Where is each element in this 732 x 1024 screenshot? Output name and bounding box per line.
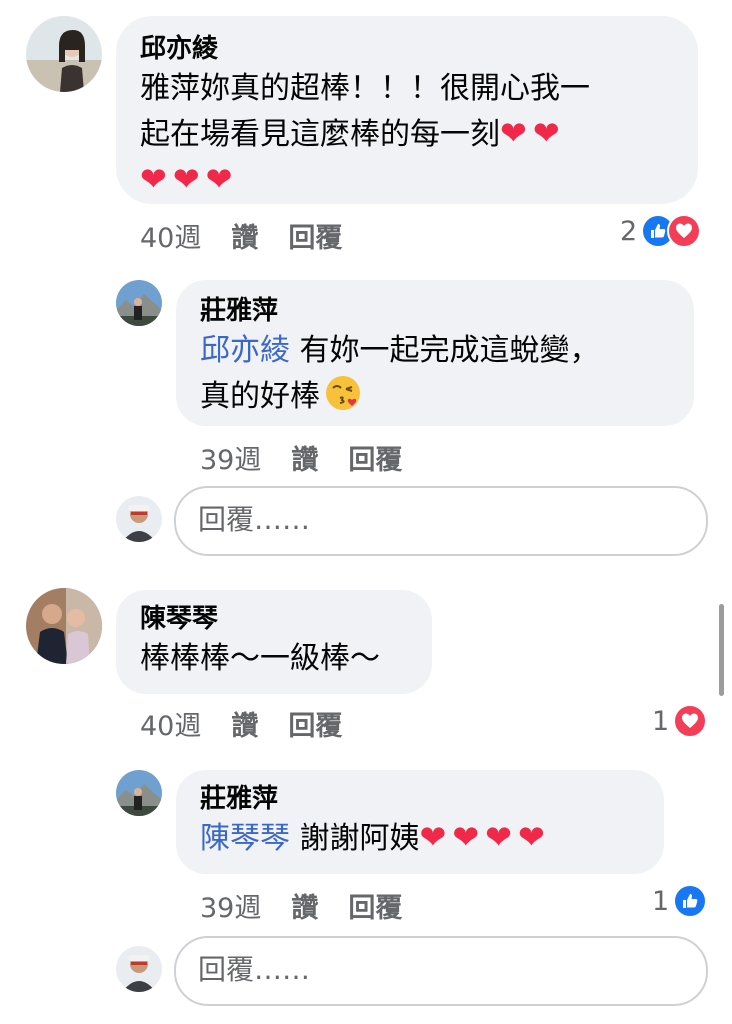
mention-link[interactable]: 陳琴琴	[200, 821, 290, 856]
comment-text: 棒棒棒～一級棒～	[140, 641, 380, 676]
current-user-avatar	[116, 946, 162, 992]
reply-bubble: 莊雅萍 陳琴琴 謝謝阿姨❤ ❤ ❤ ❤	[176, 770, 664, 874]
kiss-emoji-icon	[324, 374, 362, 426]
like-action[interactable]: 讚	[231, 711, 258, 742]
comment-author[interactable]: 陳琴琴	[140, 602, 432, 636]
heart-emoji: ❤	[500, 114, 527, 152]
timestamp[interactable]: 39週	[200, 445, 261, 476]
heart-emoji: ❤	[532, 114, 560, 152]
comment-meta: 40週讚回覆	[140, 216, 342, 255]
love-icon	[673, 704, 708, 738]
avatar-zhuang[interactable]	[116, 280, 162, 326]
reply-text-line-1: 邱亦綾 有妳一起完成這蛻變，	[200, 328, 694, 374]
comment-text-line-1: 雅萍妳真的超棒！！！很開心我一	[140, 71, 590, 106]
avatar-qiu[interactable]	[26, 16, 102, 92]
reply-text-line-1: 陳琴琴 謝謝阿姨❤ ❤ ❤ ❤	[200, 816, 664, 862]
avatar-chen[interactable]	[26, 588, 102, 664]
reply-author[interactable]: 莊雅萍	[200, 294, 694, 328]
love-icon	[667, 214, 702, 248]
reply-action[interactable]: 回覆	[288, 223, 342, 254]
comment-text-line-2: 起在場看見這麼棒的每一刻❤ ❤	[140, 112, 698, 158]
like-action[interactable]: 讚	[291, 893, 318, 924]
reply-input[interactable]: 回覆……	[174, 936, 708, 1006]
heart-emoji: ❤	[485, 818, 512, 856]
avatar-zhuang[interactable]	[116, 770, 162, 816]
timestamp[interactable]: 40週	[140, 223, 201, 254]
comment-author[interactable]: 邱亦綾	[140, 32, 698, 66]
reply-input[interactable]: 回覆……	[174, 486, 708, 556]
reply-text-line-2: 真的好棒	[200, 374, 694, 426]
like-action[interactable]: 讚	[291, 445, 318, 476]
reply-text: 有妳一起完成這蛻變，	[290, 333, 600, 368]
mention-link[interactable]: 邱亦綾	[200, 333, 290, 368]
reaction-summary[interactable]: 1	[652, 884, 708, 918]
reply-text: 謝謝阿姨	[290, 821, 420, 856]
heart-emoji: ❤	[517, 818, 545, 856]
comment-meta: 40週讚回覆	[140, 704, 342, 743]
like-action[interactable]: 讚	[231, 223, 258, 254]
reaction-summary[interactable]: 2	[620, 214, 702, 248]
timestamp[interactable]: 39週	[200, 893, 261, 924]
reply-text: 真的好棒	[200, 379, 320, 414]
reply-meta: 39週讚回覆	[200, 886, 402, 925]
reaction-count: 1	[652, 705, 670, 737]
comment-bubble: 邱亦綾 雅萍妳真的超棒！！！很開心我一 起在場看見這麼棒的每一刻❤ ❤ ❤ ❤ ❤	[116, 16, 698, 204]
reply-action[interactable]: 回覆	[348, 893, 402, 924]
comment-text-line-3: ❤ ❤ ❤	[140, 158, 698, 204]
heart-emoji: ❤	[140, 160, 167, 198]
comment-bubble: 陳琴琴 棒棒棒～一級棒～	[116, 590, 432, 694]
heart-emoji: ❤	[205, 160, 233, 198]
reply-action[interactable]: 回覆	[288, 711, 342, 742]
reply-meta: 39週讚回覆	[200, 438, 402, 477]
scrollbar[interactable]	[719, 604, 724, 696]
current-user-avatar	[116, 496, 162, 542]
heart-emoji: ❤	[452, 818, 480, 856]
reply-bubble: 莊雅萍 邱亦綾 有妳一起完成這蛻變， 真的好棒	[176, 280, 694, 426]
heart-emoji: ❤	[172, 160, 200, 198]
like-icon	[673, 884, 708, 918]
comment-text: 起在場看見這麼棒的每一刻	[140, 117, 500, 152]
reaction-summary[interactable]: 1	[652, 704, 708, 738]
reply-action[interactable]: 回覆	[348, 445, 402, 476]
reaction-count: 1	[652, 885, 670, 917]
reaction-count: 2	[620, 215, 638, 247]
reply-author[interactable]: 莊雅萍	[200, 782, 664, 816]
timestamp[interactable]: 40週	[140, 711, 201, 742]
heart-emoji: ❤	[419, 818, 447, 856]
